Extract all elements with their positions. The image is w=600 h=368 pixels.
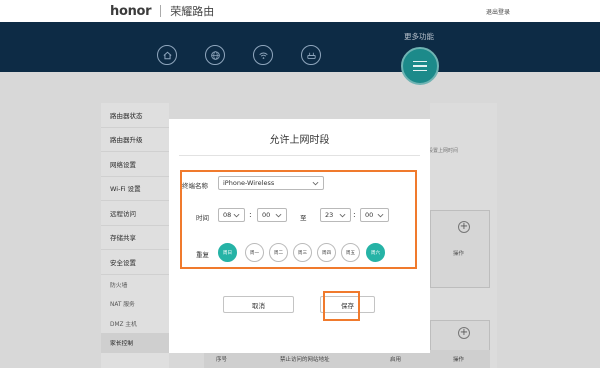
- wifi-icon[interactable]: [253, 45, 273, 65]
- home-icon[interactable]: [157, 45, 177, 65]
- start-hour-value: 08: [223, 211, 232, 219]
- start-hour-select[interactable]: 08: [218, 208, 245, 222]
- time-label: 时间: [196, 214, 209, 222]
- menu-line: [413, 60, 427, 63]
- sidebar-subitem-parental-control[interactable]: 家长控制: [101, 333, 169, 353]
- device-name-label: 终端名称: [182, 182, 208, 190]
- menu-line: [413, 65, 427, 67]
- chevron-down-icon: [312, 181, 319, 186]
- start-minute-value: 00: [262, 211, 271, 219]
- device-name-value: iPhone-Wireless: [223, 179, 275, 187]
- modal-title: 允许上网时段: [269, 135, 330, 146]
- chevron-down-icon: [377, 213, 384, 218]
- sidebar-item-storage-share[interactable]: 存储共享: [101, 226, 169, 250]
- product-name: 荣耀路由: [170, 5, 215, 18]
- logout-link[interactable]: 退出登录: [486, 7, 510, 16]
- sidebar-item-remote-access[interactable]: 远程访问: [101, 201, 169, 226]
- col-index: 序号: [216, 357, 228, 363]
- col-operation: 操作: [453, 357, 465, 363]
- day-toggle-wednesday[interactable]: 周三: [293, 243, 312, 262]
- col-enable: 启用: [390, 357, 402, 363]
- column-operation: 操作: [453, 251, 465, 257]
- more-functions-button[interactable]: [401, 47, 439, 85]
- chevron-down-icon: [339, 213, 346, 218]
- add-time-rule-icon[interactable]: +: [458, 221, 470, 233]
- end-hour-value: 23: [325, 211, 334, 219]
- globe-icon[interactable]: [205, 45, 225, 65]
- device-name-select[interactable]: iPhone-Wireless: [218, 176, 324, 190]
- repeat-label: 重复: [196, 251, 209, 259]
- sidebar: 路由器状态 路由器升级 网络设置 Wi-Fi 设置 远程访问 存储共享 安全设置…: [101, 103, 169, 368]
- router-icon[interactable]: [301, 45, 321, 65]
- end-hour-select[interactable]: 23: [320, 208, 351, 222]
- day-toggle-sunday[interactable]: 周日: [218, 243, 237, 262]
- save-highlight-box: [323, 291, 360, 321]
- main-nav: [0, 22, 600, 72]
- sidebar-item-network-settings[interactable]: 网络设置: [101, 152, 169, 177]
- col-url: 禁止访问的网站地址: [280, 357, 330, 363]
- sidebar-subitem-firewall[interactable]: 防火墙: [101, 275, 169, 295]
- add-url-rule-icon[interactable]: +: [458, 327, 470, 339]
- sidebar-item-router-status[interactable]: 路由器状态: [101, 103, 169, 128]
- day-toggle-monday[interactable]: 周一: [245, 243, 264, 262]
- more-functions-label: 更多功能: [404, 32, 434, 41]
- day-toggle-tuesday[interactable]: 周二: [269, 243, 288, 262]
- end-minute-value: 00: [365, 211, 374, 219]
- sidebar-subitem-nat[interactable]: NAT 服务: [101, 294, 169, 314]
- day-toggle-saturday[interactable]: 周六: [366, 243, 385, 262]
- to-label: 至: [300, 214, 307, 222]
- chevron-down-icon: [275, 213, 282, 218]
- allowed-time-modal: 允许上网时段 终端名称 iPhone-Wireless 时间 08 : 00 至…: [169, 119, 430, 353]
- day-toggle-friday[interactable]: 周五: [341, 243, 360, 262]
- chevron-down-icon: [233, 213, 240, 218]
- time-colon: :: [249, 210, 252, 219]
- brand-name: honor: [110, 3, 152, 19]
- brand-logo[interactable]: honor 荣耀路由: [110, 3, 215, 19]
- day-toggle-thursday[interactable]: 周四: [317, 243, 336, 262]
- end-minute-select[interactable]: 00: [360, 208, 389, 222]
- logo-divider: [160, 5, 162, 17]
- section-note: 设置上网时间: [428, 148, 459, 154]
- menu-line: [413, 69, 427, 72]
- sidebar-subitem-dmz[interactable]: DMZ 主机: [101, 314, 169, 334]
- sidebar-item-router-upgrade[interactable]: 路由器升级: [101, 128, 169, 152]
- start-minute-select[interactable]: 00: [257, 208, 287, 222]
- sidebar-item-wifi-settings[interactable]: Wi-Fi 设置: [101, 177, 169, 201]
- cancel-button[interactable]: 取消: [223, 296, 294, 313]
- sidebar-item-security[interactable]: 安全设置: [101, 250, 169, 275]
- time-colon: :: [353, 210, 356, 219]
- top-bar: honor 荣耀路由 退出登录: [0, 0, 600, 22]
- modal-divider: [179, 155, 420, 156]
